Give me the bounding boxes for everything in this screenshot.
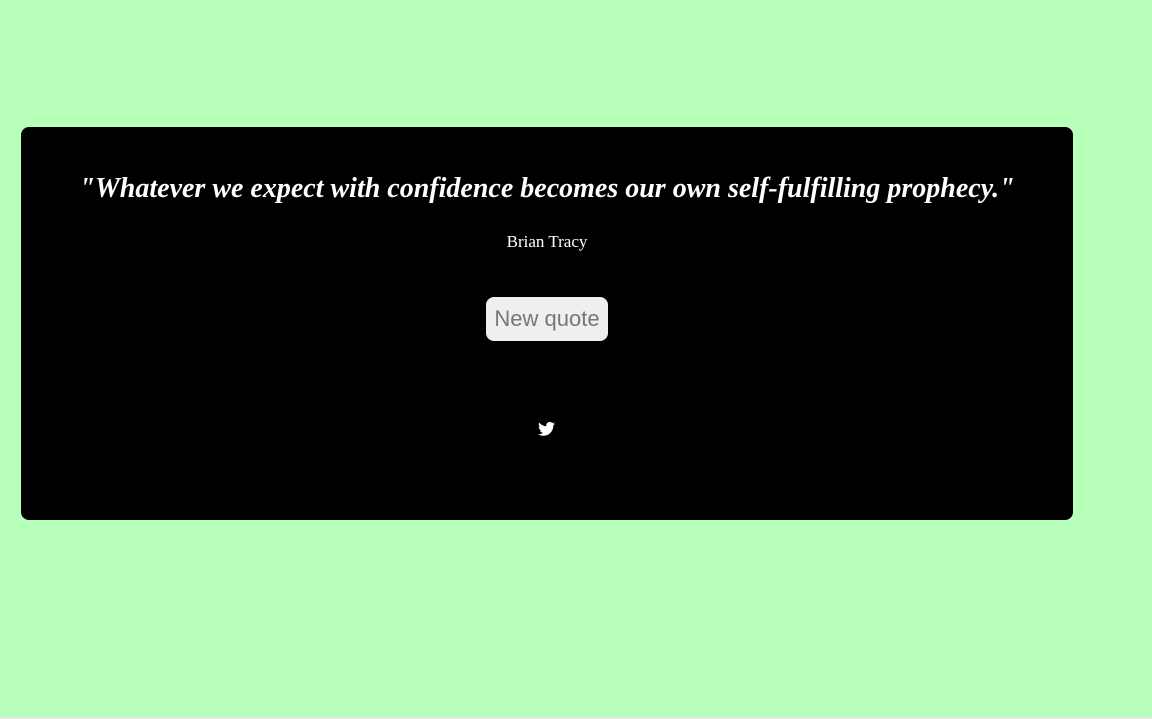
twitter-icon	[538, 421, 555, 437]
quote-box: "Whatever we expect with confidence beco…	[21, 127, 1073, 520]
quote-text: "Whatever we expect with confidence beco…	[79, 173, 1015, 204]
new-quote-button[interactable]: New quote	[486, 297, 608, 341]
quote-author: Brian Tracy	[506, 232, 588, 251]
tweet-quote-link[interactable]	[538, 421, 555, 437]
